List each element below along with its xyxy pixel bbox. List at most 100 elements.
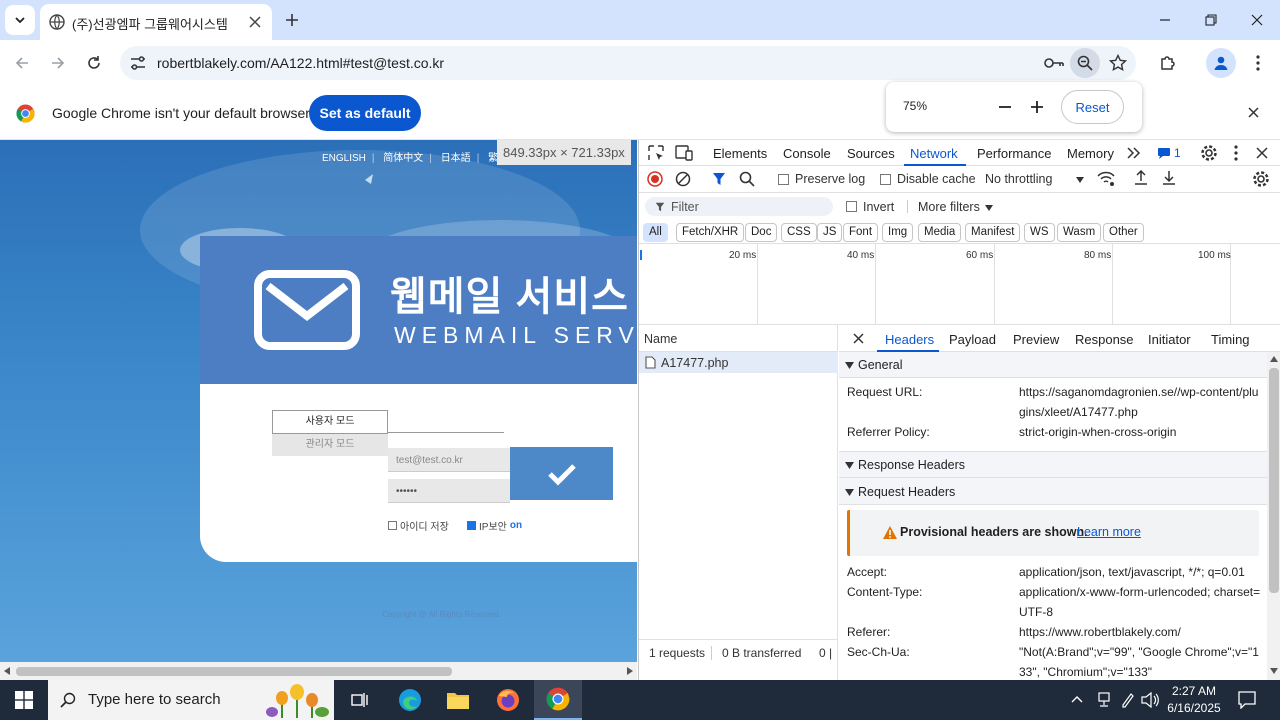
zoom-reset-button[interactable]: Reset	[1061, 90, 1124, 124]
disable-cache-checkbox[interactable]	[880, 174, 891, 185]
login-submit-button[interactable]	[510, 447, 613, 500]
more-filters-dropdown[interactable]: More filters	[918, 200, 994, 214]
upload-icon[interactable]	[1134, 170, 1148, 186]
chip-media[interactable]: Media	[918, 223, 962, 242]
password-field[interactable]: ••••••	[388, 479, 510, 503]
close-icon[interactable]	[249, 16, 261, 28]
preserve-log-checkbox[interactable]	[778, 174, 789, 185]
chip-fetch-xhr[interactable]: Fetch/XHR	[676, 223, 745, 242]
taskbar-search[interactable]: Type here to search	[48, 680, 334, 720]
horizontal-scrollbar[interactable]	[0, 662, 637, 680]
inspect-element-icon[interactable]	[648, 145, 664, 161]
network-overview-timeline[interactable]: 20 ms 40 ms 60 ms 80 ms 100 ms	[639, 244, 1280, 325]
notifications-icon[interactable]	[1238, 691, 1256, 709]
extensions-button[interactable]	[1153, 48, 1183, 78]
record-icon[interactable]	[647, 171, 663, 187]
table-row[interactable]: A17477.php	[639, 352, 838, 373]
clear-icon[interactable]	[675, 171, 691, 187]
taskbar-file-explorer[interactable]	[434, 680, 482, 720]
name-column-header[interactable]: Name	[639, 325, 838, 352]
chip-font[interactable]: Font	[843, 223, 879, 242]
address-bar[interactable]: robertblakely.com/AA122.html#test@test.c…	[120, 46, 1136, 80]
tab-admin-mode[interactable]: 관리자 모드	[272, 434, 388, 456]
general-section-header[interactable]	[839, 352, 1267, 378]
detail-tab-timing[interactable]: Timing	[1211, 332, 1250, 347]
download-icon[interactable]	[1162, 170, 1176, 186]
chip-all[interactable]: All	[643, 223, 668, 242]
chip-manifest[interactable]: Manifest	[965, 223, 1021, 242]
scrollbar-thumb[interactable]	[1269, 368, 1279, 593]
chevron-up-icon[interactable]	[1071, 695, 1083, 703]
site-settings-icon[interactable]	[130, 55, 146, 71]
back-button[interactable]	[7, 48, 37, 78]
lang-japanese[interactable]: 日本語	[441, 153, 471, 164]
task-view-button[interactable]	[336, 680, 384, 720]
throttling-select[interactable]: No throttling	[985, 172, 1085, 186]
close-icon[interactable]	[853, 333, 864, 344]
start-button[interactable]	[0, 680, 48, 720]
new-tab-icon[interactable]	[285, 13, 299, 27]
system-clock[interactable]: 2:27 AM 6/16/2025	[1166, 683, 1222, 717]
more-tabs-icon[interactable]	[1127, 147, 1141, 159]
taskbar-chrome[interactable]	[534, 680, 582, 720]
scroll-left-icon[interactable]	[4, 667, 11, 675]
minimize-button[interactable]	[1142, 0, 1188, 40]
lang-english[interactable]: ENGLISH	[322, 153, 366, 164]
search-icon[interactable]	[739, 171, 755, 187]
chip-ws[interactable]: WS	[1024, 223, 1055, 242]
learn-more-link[interactable]: Learn more	[1077, 525, 1141, 539]
detail-tab-response[interactable]: Response	[1075, 332, 1134, 347]
issues-badge[interactable]: 1	[1157, 146, 1181, 160]
close-window-button[interactable]	[1234, 0, 1280, 40]
taskbar-firefox[interactable]	[484, 680, 532, 720]
vertical-scrollbar[interactable]	[1267, 352, 1280, 680]
network-conditions-icon[interactable]	[1097, 171, 1115, 187]
star-icon[interactable]	[1109, 54, 1127, 72]
save-id-checkbox[interactable]: 아이디 저장	[388, 518, 449, 533]
detail-tab-initiator[interactable]: Initiator	[1148, 332, 1191, 347]
tab-network[interactable]: Network	[910, 146, 958, 161]
scroll-up-icon[interactable]	[1270, 356, 1278, 362]
invert-checkbox[interactable]	[846, 201, 857, 212]
forward-button[interactable]	[43, 48, 73, 78]
scroll-down-icon[interactable]	[1270, 668, 1278, 674]
chip-wasm[interactable]: Wasm	[1057, 223, 1102, 242]
close-icon[interactable]	[1256, 147, 1268, 159]
tab-elements[interactable]: Elements	[713, 146, 767, 161]
chip-img[interactable]: Img	[882, 223, 914, 242]
reload-button[interactable]	[79, 48, 109, 78]
filter-input[interactable]: Filter	[645, 197, 833, 216]
chip-doc[interactable]: Doc	[745, 223, 778, 242]
chip-css[interactable]: CSS	[781, 223, 817, 242]
pen-icon[interactable]	[1120, 692, 1134, 708]
email-field[interactable]: test@test.co.kr	[388, 448, 510, 472]
key-icon[interactable]	[1044, 55, 1064, 71]
volume-icon[interactable]	[1141, 692, 1159, 708]
browser-tab[interactable]: (주)선광엠파 그룹웨어시스템	[40, 4, 272, 40]
profile-button[interactable]	[1206, 48, 1236, 78]
scrollbar-thumb[interactable]	[16, 667, 452, 676]
menu-button[interactable]	[1243, 48, 1273, 78]
ip-security-checkbox[interactable]: IP보안 on	[467, 518, 522, 533]
tab-memory[interactable]: Memory	[1067, 146, 1114, 161]
restore-button[interactable]	[1188, 0, 1234, 40]
scroll-right-icon[interactable]	[626, 667, 633, 675]
zoom-button[interactable]	[1070, 48, 1100, 78]
device-toolbar-icon[interactable]	[675, 145, 693, 161]
set-default-button[interactable]: Set as default	[309, 95, 421, 131]
detail-tab-preview[interactable]: Preview	[1013, 332, 1059, 347]
network-icon[interactable]	[1097, 692, 1111, 708]
zoom-in-button[interactable]	[1022, 92, 1052, 122]
lang-chinese-simplified[interactable]: 简体中文	[383, 153, 423, 164]
tab-sources[interactable]: Sources	[847, 146, 895, 161]
tab-search-button[interactable]	[5, 5, 35, 35]
zoom-out-button[interactable]	[990, 92, 1020, 122]
detail-tab-payload[interactable]: Payload	[949, 332, 996, 347]
kebab-menu-icon[interactable]	[1234, 145, 1238, 161]
network-settings-icon[interactable]	[1252, 170, 1270, 188]
detail-tab-headers[interactable]: Headers	[885, 332, 934, 347]
taskbar-edge[interactable]	[386, 680, 434, 720]
tab-performance[interactable]: Performance	[977, 146, 1051, 161]
tab-console[interactable]: Console	[783, 146, 831, 161]
filter-icon[interactable]	[712, 172, 726, 186]
